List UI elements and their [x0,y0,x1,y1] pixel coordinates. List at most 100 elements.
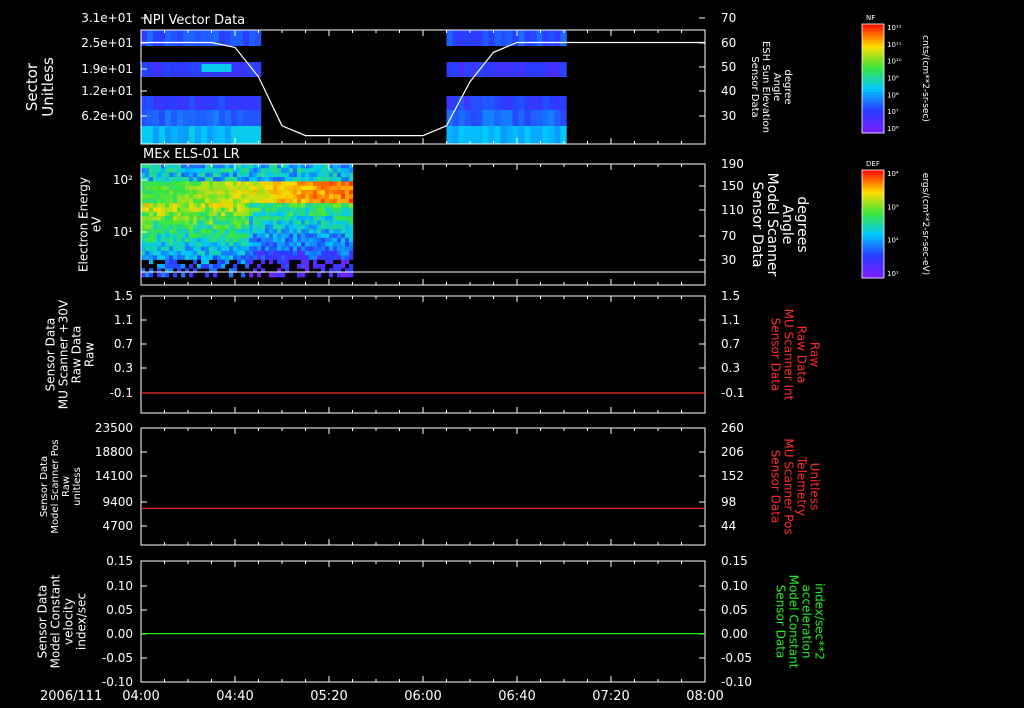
heatmap-cell [225,246,230,252]
heatmap-cell [277,194,282,199]
y-tick-label: 0.7 [114,337,133,351]
heatmap-cell [273,220,278,226]
y2-axis-label-line: MU Scanner Pos [782,438,796,534]
heatmap-cell [337,181,342,186]
heatmap-cell [345,255,350,260]
y-tick-label: 1.9e+01 [81,62,133,76]
heatmap-cell [201,242,206,247]
heatmap-cell [297,250,302,256]
heatmap-cell [341,194,346,199]
heatmap-cell [165,264,170,269]
heatmap-cell [149,237,154,243]
heatmap-cell [205,272,210,278]
heatmap-cell [231,62,238,77]
heatmap-cell [233,237,238,243]
heatmap-cell [149,229,154,234]
heatmap-cell [349,198,354,204]
heatmap-cell [157,172,162,178]
heatmap-cell [189,229,194,234]
heatmap-cell [213,264,218,269]
heatmap-cell [297,216,302,221]
heatmap-cell [476,126,483,144]
y-tick-label: 1.5 [114,289,133,303]
heatmap-cell [349,168,354,173]
heatmap-cell [165,237,170,243]
heatmap-cell [293,220,298,226]
colorbar-cell [862,100,884,104]
heatmap-cell [177,185,182,191]
y-tick-label: 14100 [95,469,133,483]
heatmap-cell [161,272,166,278]
heatmap-cell [293,250,298,256]
heatmap-cell [325,203,330,208]
heatmap-cell [209,172,214,178]
heatmap-cell [261,233,266,239]
heatmap-cell [233,194,238,199]
heatmap-cell [313,242,318,247]
heatmap-cell [221,233,226,239]
heatmap-cell [301,229,306,234]
heatmap-cell [301,237,306,243]
heatmap-cell [265,203,270,208]
heatmap-cell [289,242,294,247]
heatmap-cell [333,220,338,226]
heatmap-cell [147,62,154,77]
heatmap-cell [149,250,154,256]
heatmap-cell [265,181,270,186]
colorbar-cell [862,119,884,123]
heatmap-cell [269,250,274,256]
heatmap-cell [147,110,154,126]
heatmap-cell [536,30,543,46]
heatmap-cell [345,203,350,208]
heatmap-cell [229,229,234,234]
heatmap-cell [337,229,342,234]
heatmap-cell [161,264,166,269]
heatmap-cell [217,246,222,252]
heatmap-cell [237,237,242,243]
heatmap-cell [221,237,226,243]
heatmap-cell [201,190,206,195]
heatmap-cell [253,250,258,256]
heatmap-cell [141,250,146,256]
heatmap-cell [209,177,214,182]
heatmap-cell [213,126,220,144]
heatmap-cell [289,224,294,230]
heatmap-cell [285,190,290,195]
heatmap-cell [333,207,338,213]
heatmap-cell [201,233,206,239]
heatmap-cell [193,220,198,226]
colorbar-cell [862,62,884,66]
heatmap-cell [153,168,158,173]
heatmap-cell [161,229,166,234]
heatmap-cell [145,224,150,230]
heatmap-cell [229,255,234,260]
heatmap-cell [269,246,274,252]
heatmap-cell [325,194,330,199]
heatmap-cell [141,190,146,195]
colorbar-tick: 10⁷ [887,108,899,116]
heatmap-cell [209,185,214,191]
heatmap-cell [145,168,150,173]
heatmap-cell [149,172,154,178]
colorbar-cell [862,267,884,271]
heatmap-cell [149,168,154,173]
heatmap-cell [141,185,146,191]
colorbar-cell [862,172,884,176]
heatmap-cell [141,96,148,110]
heatmap-cell [153,190,158,195]
heatmap-cell [221,242,226,247]
heatmap-cell [237,224,242,230]
heatmap-cell [161,246,166,252]
heatmap-cell [153,62,160,77]
heatmap-cell [309,185,314,191]
heatmap-cell [281,242,286,247]
heatmap-cell [289,177,294,182]
heatmap-cell [297,168,302,173]
heatmap-cell [225,229,230,234]
heatmap-cell [321,203,326,208]
heatmap-cell [209,220,214,226]
heatmap-cell [530,30,537,46]
heatmap-cell [313,220,318,226]
heatmap-cell [261,220,266,226]
heatmap-cell [189,185,194,191]
